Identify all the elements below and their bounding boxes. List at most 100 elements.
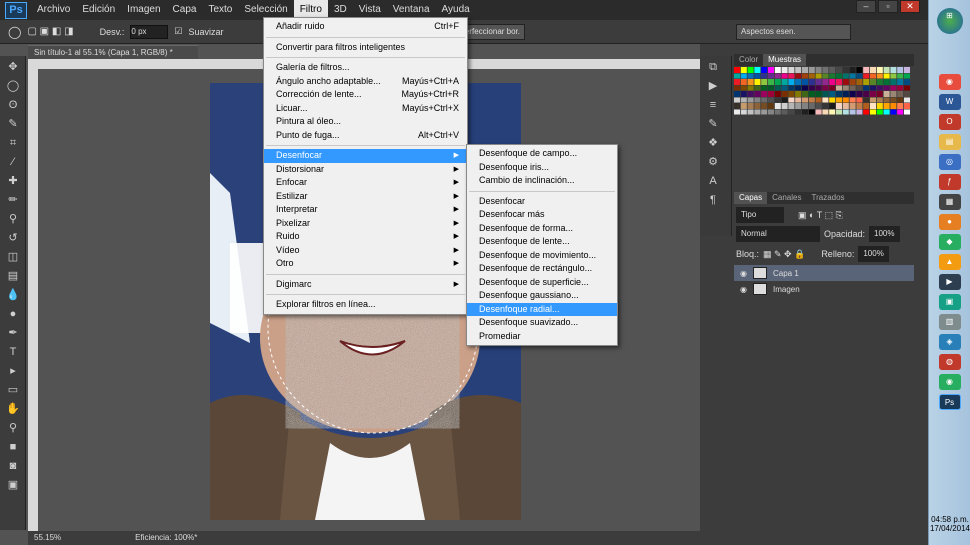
- swatch[interactable]: [734, 73, 740, 79]
- swatch[interactable]: [883, 91, 890, 97]
- swatch[interactable]: [781, 67, 788, 73]
- swatch[interactable]: [856, 79, 863, 85]
- swatch[interactable]: [747, 91, 754, 97]
- swatch[interactable]: [808, 97, 815, 103]
- app-icon[interactable]: ◎: [938, 154, 961, 170]
- visibility-eye-icon[interactable]: ◉: [740, 285, 747, 294]
- swatch[interactable]: [863, 97, 870, 103]
- chrome-icon[interactable]: ◉: [938, 74, 961, 90]
- swatch[interactable]: [842, 109, 849, 115]
- swatch[interactable]: [754, 109, 761, 115]
- blur-item-7[interactable]: Desenfoque de lente...: [467, 235, 617, 249]
- swatch[interactable]: [870, 91, 876, 97]
- swatch[interactable]: [740, 109, 747, 115]
- swatch[interactable]: [734, 85, 740, 91]
- filter-item-2[interactable]: Convertir para filtros inteligentes: [264, 41, 467, 55]
- history-brush-icon[interactable]: ↺: [4, 230, 22, 246]
- opera-icon[interactable]: O: [938, 114, 961, 130]
- properties-icon[interactable]: ≡: [704, 97, 722, 113]
- swatch[interactable]: [761, 85, 768, 91]
- swatch[interactable]: [842, 67, 849, 73]
- swatch[interactable]: [740, 91, 747, 97]
- filter-item-0[interactable]: Añadir ruido Ctrl+F: [264, 20, 467, 34]
- layer-row[interactable]: ◉ Imagen: [734, 281, 914, 297]
- swatch[interactable]: [808, 79, 815, 85]
- swatch[interactable]: [761, 73, 768, 79]
- swatch[interactable]: [829, 67, 836, 73]
- swatch[interactable]: [747, 97, 754, 103]
- swatch[interactable]: [754, 97, 761, 103]
- swatch[interactable]: [815, 85, 822, 91]
- swatch[interactable]: [904, 73, 910, 79]
- swatch[interactable]: [829, 109, 836, 115]
- swatch[interactable]: [808, 109, 815, 115]
- swatch[interactable]: [890, 103, 897, 109]
- swatch[interactable]: [829, 97, 836, 103]
- swatch[interactable]: [781, 73, 788, 79]
- swatch[interactable]: [761, 67, 768, 73]
- quick-mask-icon[interactable]: ◙: [4, 458, 22, 474]
- app7-icon[interactable]: ◍: [938, 354, 961, 370]
- swatch[interactable]: [774, 67, 781, 73]
- lasso-tool-icon[interactable]: ʘ: [4, 97, 22, 113]
- swatch[interactable]: [829, 79, 836, 85]
- flash-icon[interactable]: ƒ: [938, 174, 961, 190]
- swatch[interactable]: [795, 97, 802, 103]
- swatch[interactable]: [870, 97, 876, 103]
- swatch[interactable]: [849, 103, 856, 109]
- swatch[interactable]: [808, 103, 815, 109]
- swatch[interactable]: [761, 103, 768, 109]
- swatch[interactable]: [897, 67, 904, 73]
- swatch[interactable]: [815, 103, 822, 109]
- filter-item-23[interactable]: Explorar filtros en línea...: [264, 298, 467, 312]
- swatch[interactable]: [781, 79, 788, 85]
- swatch[interactable]: [849, 79, 856, 85]
- maximize-button[interactable]: ▫: [878, 0, 898, 13]
- swatch[interactable]: [815, 91, 822, 97]
- blur-item-9[interactable]: Desenfoque de rectángulo...: [467, 262, 617, 276]
- swatch[interactable]: [876, 79, 883, 85]
- pen-tool-icon[interactable]: ✒: [4, 325, 22, 341]
- blur-item-5[interactable]: Desenfocar más: [467, 208, 617, 222]
- swatch[interactable]: [842, 79, 849, 85]
- swatch[interactable]: [883, 97, 890, 103]
- tab-color[interactable]: Color: [734, 54, 763, 66]
- swatch[interactable]: [754, 67, 761, 73]
- swatch[interactable]: [836, 85, 842, 91]
- swatch[interactable]: [740, 97, 747, 103]
- marquee-tool-icon[interactable]: ◯: [4, 78, 22, 94]
- swatch[interactable]: [904, 85, 910, 91]
- swatch[interactable]: [822, 79, 829, 85]
- swatch[interactable]: [849, 109, 856, 115]
- swatch[interactable]: [754, 103, 761, 109]
- swatch[interactable]: [856, 85, 863, 91]
- crop-tool-icon[interactable]: ⌗: [4, 135, 22, 151]
- swatch[interactable]: [897, 91, 904, 97]
- filter-item-15[interactable]: Interpretar ▶: [264, 203, 467, 217]
- clock[interactable]: 04:58 p.m. 17/04/2014: [929, 515, 970, 533]
- swatch[interactable]: [870, 79, 876, 85]
- swatch[interactable]: [822, 109, 829, 115]
- swatch[interactable]: [870, 67, 876, 73]
- swatch[interactable]: [849, 97, 856, 103]
- swatch[interactable]: [904, 103, 910, 109]
- feather-input[interactable]: [130, 24, 169, 39]
- swatch[interactable]: [754, 85, 761, 91]
- swatch[interactable]: [863, 73, 870, 79]
- filter-item-7[interactable]: Licuar... Mayús+Ctrl+X: [264, 102, 467, 116]
- close-button[interactable]: ✕: [900, 0, 920, 13]
- swatch[interactable]: [802, 103, 808, 109]
- swatch[interactable]: [808, 91, 815, 97]
- swatch[interactable]: [761, 109, 768, 115]
- swatch[interactable]: [795, 73, 802, 79]
- swatch[interactable]: [788, 85, 795, 91]
- workspace-select[interactable]: Aspectos esen.: [736, 23, 851, 40]
- swatch[interactable]: [747, 109, 754, 115]
- swatch[interactable]: [754, 73, 761, 79]
- swatch[interactable]: [870, 73, 876, 79]
- clone-source-icon[interactable]: ❖: [704, 135, 722, 151]
- swatch[interactable]: [836, 97, 842, 103]
- blur-item-14[interactable]: Promediar: [467, 330, 617, 344]
- menu-0[interactable]: Archivo: [31, 0, 76, 20]
- swatch[interactable]: [747, 67, 754, 73]
